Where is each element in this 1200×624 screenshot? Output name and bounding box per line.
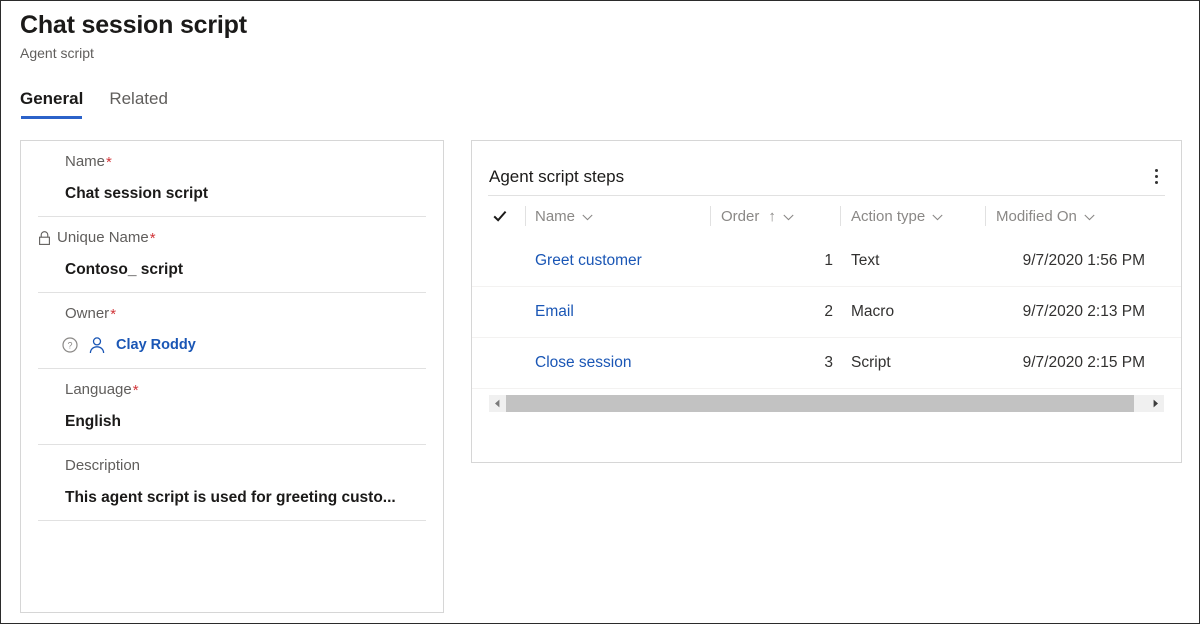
table-row[interactable]: Email 2 Macro 9/7/2020 2:13 PM <box>472 287 1181 338</box>
lock-icon <box>37 230 52 246</box>
cell-action-type: Text <box>851 236 879 286</box>
chevron-down-icon <box>932 208 943 225</box>
field-language: Language* English <box>21 369 443 444</box>
field-description-label-text: Description <box>65 455 140 477</box>
cell-action-type: Script <box>851 338 891 388</box>
required-asterisk: * <box>110 307 116 322</box>
page-title: Chat session script <box>20 9 620 41</box>
grid-header: Agent script steps <box>472 141 1181 195</box>
scrollbar-thumb[interactable] <box>506 395 1134 412</box>
column-header-action-type-label: Action type <box>851 208 925 225</box>
field-description-value[interactable]: This agent script is used for greeting c… <box>37 486 427 510</box>
cell-name[interactable]: Email <box>535 287 710 337</box>
field-description: Description This agent script is used fo… <box>21 445 443 520</box>
sort-ascending-icon: ↑ <box>768 209 776 224</box>
column-separator <box>985 206 986 226</box>
column-separator <box>525 206 526 226</box>
page-subtitle: Agent script <box>20 43 620 63</box>
scrollbar-track[interactable] <box>506 395 1147 412</box>
overflow-menu-icon[interactable] <box>1143 163 1169 189</box>
general-form-card: Name* Chat session script Unique Name* <box>20 140 444 613</box>
scroll-left-button[interactable] <box>489 395 506 412</box>
owner-link[interactable]: Clay Roddy <box>116 335 196 355</box>
field-language-value[interactable]: English <box>37 410 427 434</box>
chevron-down-icon <box>1084 208 1095 225</box>
agent-script-steps-card: Agent script steps Name Orde <box>471 140 1182 463</box>
cell-order: 1 <box>721 236 833 286</box>
grid-rows: Greet customer 1 Text 9/7/2020 1:56 PM E… <box>472 236 1181 389</box>
cell-name[interactable]: Greet customer <box>535 236 710 286</box>
caret-right-icon <box>1152 399 1159 408</box>
field-unique-name-label: Unique Name* <box>37 227 427 249</box>
field-name-label: Name* <box>37 151 427 173</box>
app-window: Chat session script Agent script General… <box>0 0 1200 624</box>
field-language-label-text: Language <box>65 379 132 401</box>
column-header-name-label: Name <box>535 208 575 225</box>
person-icon <box>87 335 107 355</box>
field-name-label-text: Name <box>65 151 105 173</box>
chevron-down-icon <box>582 208 593 225</box>
cell-name[interactable]: Close session <box>535 338 710 388</box>
field-owner-value: ? Clay Roddy <box>37 332 427 358</box>
checkmark-icon <box>492 208 508 224</box>
page-header: Chat session script Agent script <box>20 9 620 63</box>
field-unique-name-value: Contoso_ script <box>37 258 427 282</box>
required-asterisk: * <box>106 155 112 170</box>
scroll-right-button[interactable] <box>1147 395 1164 412</box>
field-name: Name* Chat session script <box>21 141 443 216</box>
cell-modified-on: 9/7/2020 2:13 PM <box>996 287 1145 337</box>
horizontal-scrollbar[interactable] <box>489 395 1164 412</box>
svg-text:?: ? <box>67 341 72 351</box>
chevron-down-icon <box>783 208 794 225</box>
column-separator <box>840 206 841 226</box>
column-header-order[interactable]: Order ↑ <box>721 196 794 236</box>
table-row[interactable]: Greet customer 1 Text 9/7/2020 1:56 PM <box>472 236 1181 287</box>
cell-modified-on: 9/7/2020 2:15 PM <box>996 338 1145 388</box>
caret-left-icon <box>494 399 501 408</box>
field-unique-name: Unique Name* Contoso_ script <box>21 217 443 292</box>
column-separator <box>710 206 711 226</box>
field-owner-label-text: Owner <box>65 303 109 325</box>
field-owner-label: Owner* <box>37 303 427 325</box>
grid-title: Agent script steps <box>489 165 624 189</box>
column-header-modified-on-label: Modified On <box>996 208 1077 225</box>
field-description-label: Description <box>37 455 427 477</box>
help-circle-icon[interactable]: ? <box>62 337 78 353</box>
column-header-action-type[interactable]: Action type <box>851 196 943 236</box>
grid-column-headers: Name Order ↑ Action type <box>472 196 1181 236</box>
table-row[interactable]: Close session 3 Script 9/7/2020 2:15 PM <box>472 338 1181 389</box>
cell-modified-on: 9/7/2020 1:56 PM <box>996 236 1145 286</box>
tab-general[interactable]: General <box>20 87 83 119</box>
required-asterisk: * <box>150 231 156 246</box>
field-name-value[interactable]: Chat session script <box>37 182 427 206</box>
cell-order: 2 <box>721 287 833 337</box>
field-language-label: Language* <box>37 379 427 401</box>
cell-action-type: Macro <box>851 287 894 337</box>
tabstrip: General Related <box>20 87 194 119</box>
field-unique-name-label-text: Unique Name <box>57 227 149 249</box>
field-owner: Owner* ? Clay Rod <box>21 293 443 368</box>
tab-related[interactable]: Related <box>109 87 168 119</box>
column-header-order-label: Order <box>721 208 759 225</box>
cell-order: 3 <box>721 338 833 388</box>
column-header-name[interactable]: Name <box>535 196 593 236</box>
select-all-checkbox[interactable] <box>492 196 508 236</box>
field-divider <box>38 520 426 521</box>
column-header-modified-on[interactable]: Modified On <box>996 196 1095 236</box>
required-asterisk: * <box>133 383 139 398</box>
